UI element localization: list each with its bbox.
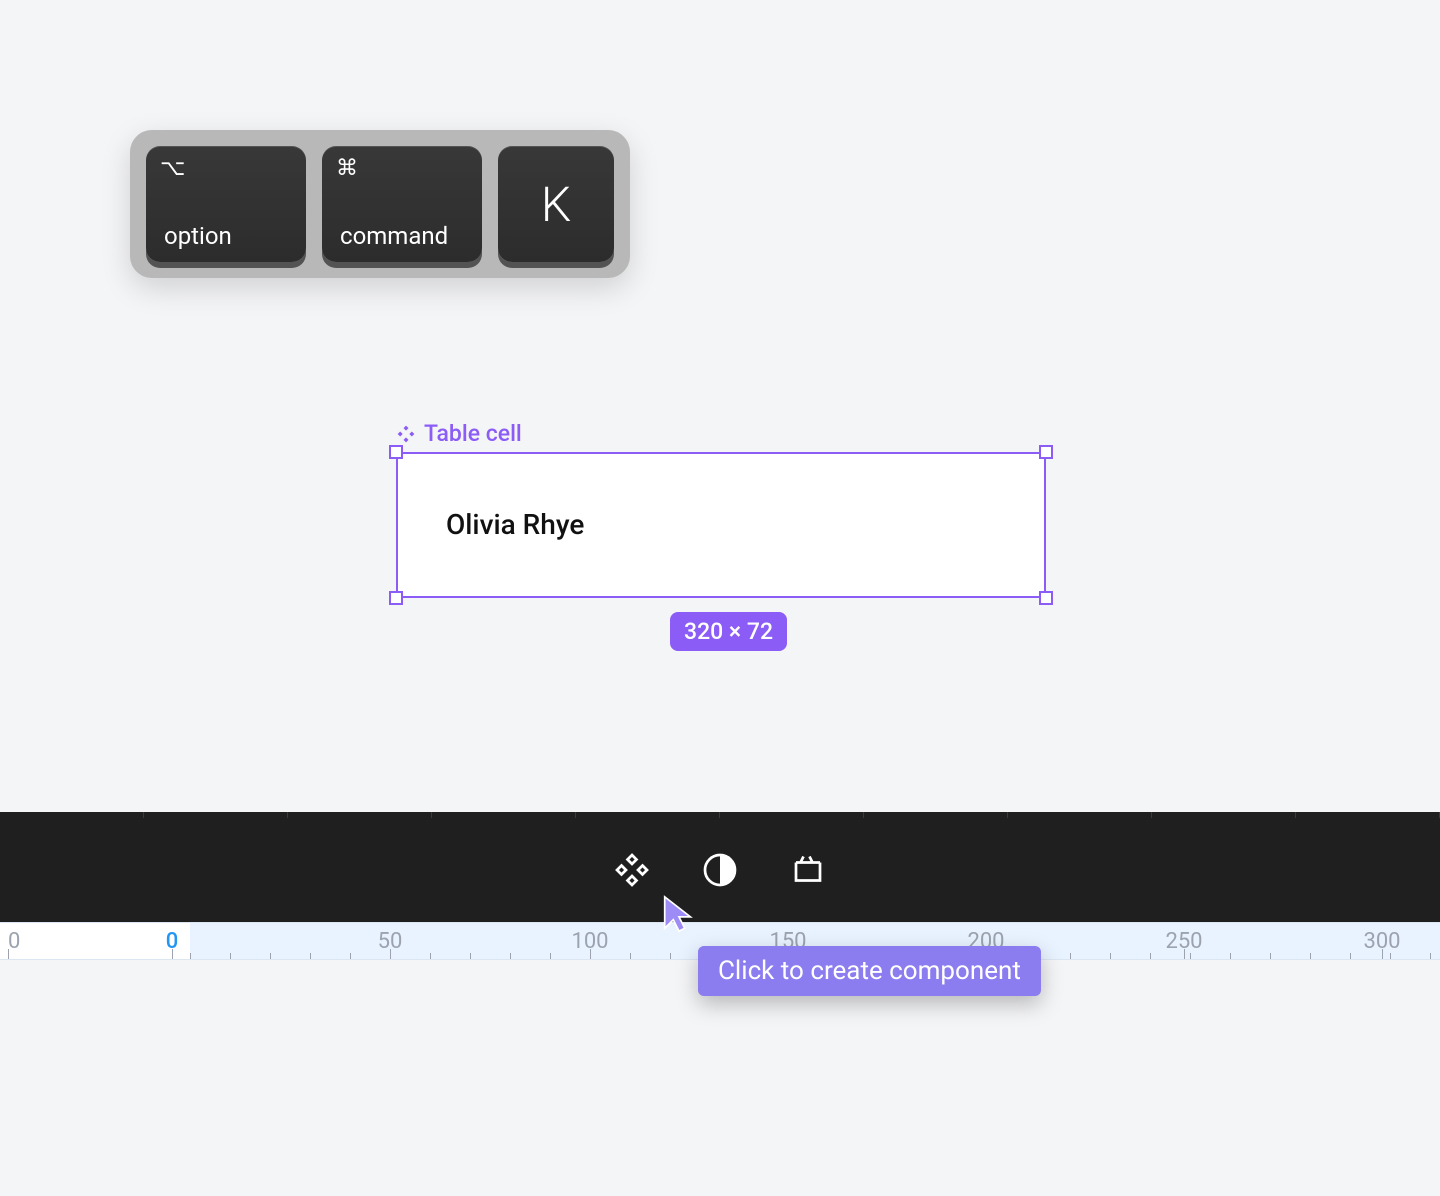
create-component-icon[interactable] (614, 852, 650, 888)
ruler-tick (8, 949, 9, 959)
code-icon[interactable] (790, 852, 826, 888)
dimensions-badge: 320 × 72 (670, 612, 787, 651)
resize-handle-sw[interactable] (389, 591, 403, 605)
dark-toolbar (0, 812, 1440, 922)
key-command-label: command (340, 222, 464, 250)
ruler-origin-area (0, 923, 190, 959)
key-option-symbol: ⌥ (160, 156, 185, 181)
cell-content: Olivia Rhye (446, 508, 584, 541)
key-letter: K (498, 146, 614, 262)
create-component-tooltip: Click to create component (698, 946, 1041, 996)
key-command: ⌘ command (322, 146, 482, 262)
selection-label: Table cell (396, 420, 522, 447)
key-letter-label: K (541, 176, 571, 233)
ruler-tick (1184, 949, 1185, 959)
ruler-number: 0 (8, 929, 20, 954)
shortcut-keys: ⌥ option ⌘ command K (130, 130, 630, 278)
contrast-icon[interactable] (702, 852, 738, 888)
key-option-label: option (164, 222, 288, 250)
resize-handle-ne[interactable] (1039, 445, 1053, 459)
key-command-symbol: ⌘ (336, 156, 358, 181)
resize-handle-se[interactable] (1039, 591, 1053, 605)
toolbar-grid (0, 812, 1440, 818)
resize-handle-nw[interactable] (389, 445, 403, 459)
key-option: ⌥ option (146, 146, 306, 262)
component-icon (396, 424, 416, 444)
ruler-tick (172, 949, 173, 959)
selection-label-text: Table cell (424, 420, 522, 447)
ruler-tick (1382, 949, 1383, 959)
cursor-icon (661, 894, 697, 934)
